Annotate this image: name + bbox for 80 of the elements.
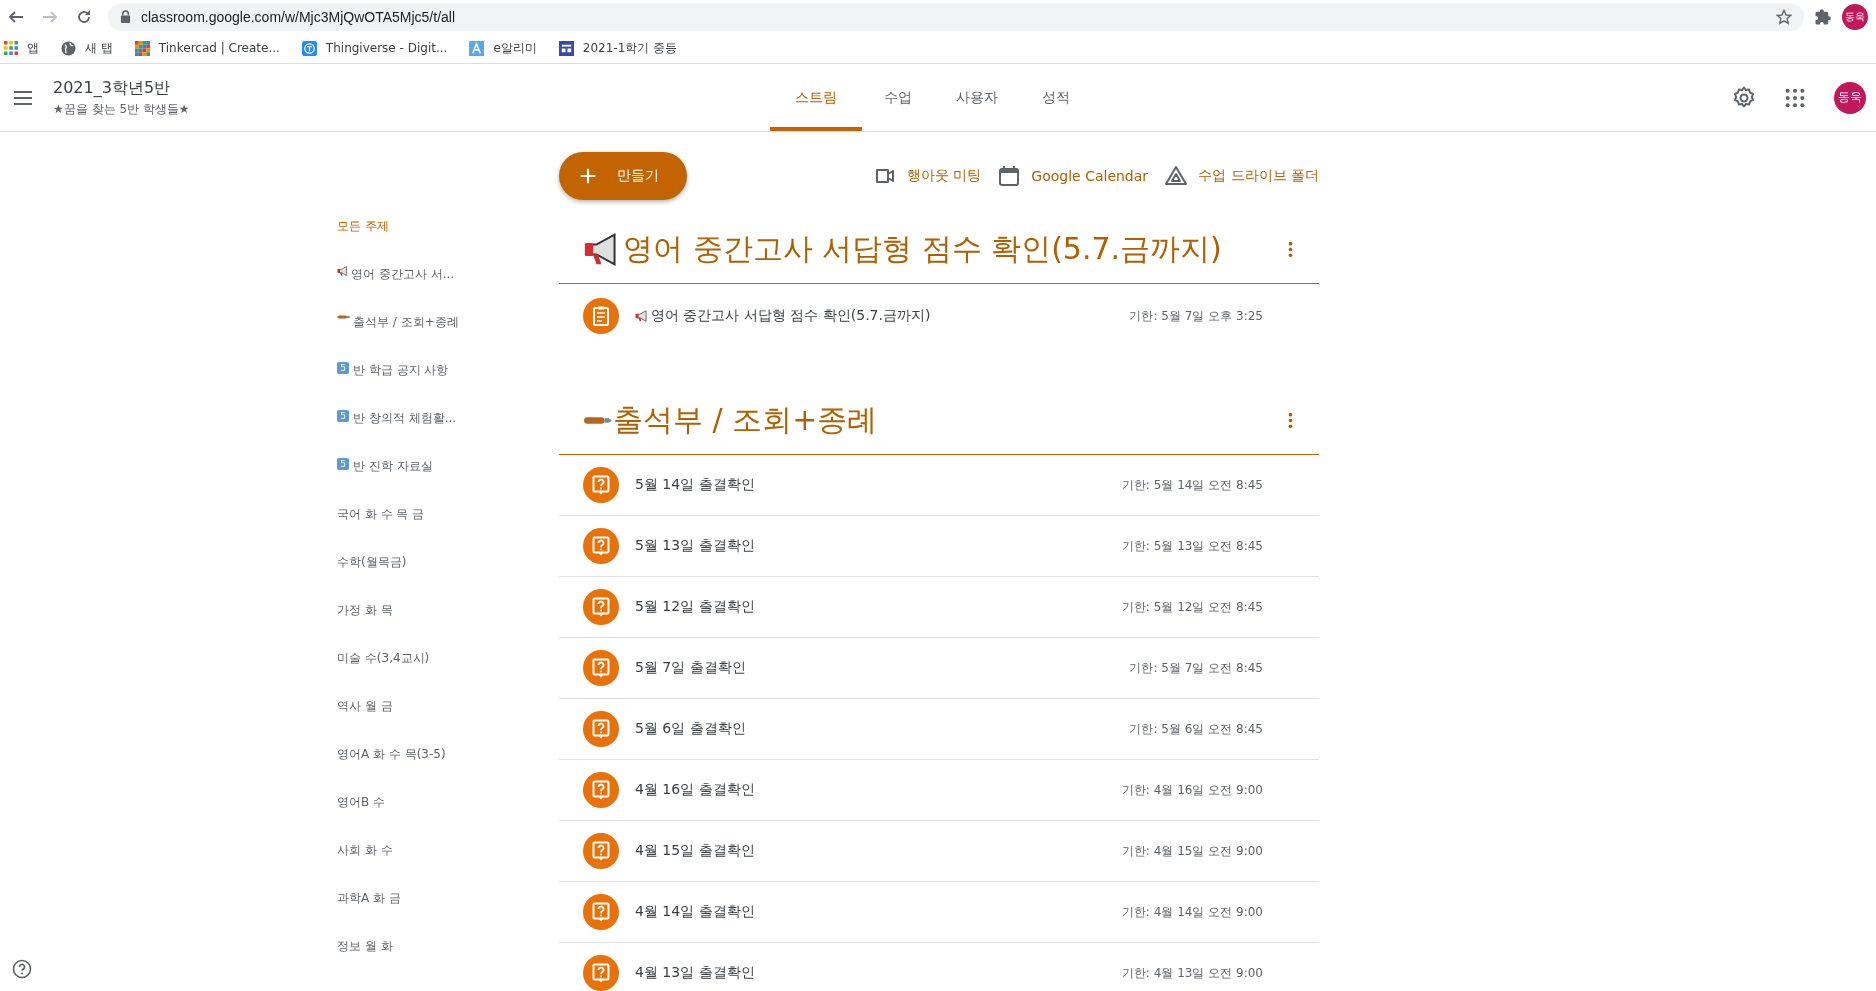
class-name: 2021_3학년5반 (53, 77, 172, 99)
topic-heading: 출석부 / 조회+종례 (583, 399, 878, 441)
triangle-letter-icon (469, 40, 485, 56)
back-icon[interactable] (8, 8, 24, 25)
user-avatar[interactable]: 동욱 (1834, 81, 1866, 114)
topic-link[interactable]: 5 반 학급 공지 사항 (337, 362, 559, 410)
calendar-icon (997, 163, 1022, 188)
bookmark[interactable]: 2021-1학기 중등 (558, 39, 678, 57)
more-icon[interactable] (1288, 240, 1293, 258)
topic-link[interactable]: 영어B 수 (337, 794, 559, 842)
topic-link[interactable]: 미술 수(3,4교시) (337, 650, 559, 698)
nav-tab[interactable]: 성적 (1020, 64, 1092, 131)
stream-item[interactable]: 4월 16일 출결확인 기한: 4월 16일 오전 9:00 (559, 760, 1319, 821)
topic-link[interactable]: 과학A 화 금 (337, 890, 559, 938)
bookmark[interactable]: 앱 (4, 39, 39, 57)
create-button[interactable]: 만들기 (559, 151, 687, 200)
bookmark[interactable]: e알리미 (469, 39, 537, 57)
question-icon (583, 528, 619, 564)
url-text: classroom.google.com/w/Mjc3MjQwOTA5Mjc5/t/all (141, 8, 457, 25)
stream-item[interactable]: 5월 7일 출결확인 기한: 5월 7일 오전 8:45 (559, 638, 1319, 699)
megaphone-icon (337, 266, 349, 276)
thingiverse-icon (301, 40, 317, 56)
topic-link[interactable]: 모든 주제 (337, 218, 559, 266)
bookmark[interactable]: 새 탭 (61, 39, 113, 57)
stream-item[interactable]: 4월 13일 출결확인 기한: 4월 13일 오전 9:00 (559, 943, 1319, 991)
stream-item[interactable]: 5월 14일 출결확인 기한: 5월 14일 오전 8:45 (559, 455, 1319, 516)
nav-tab[interactable]: 수업 (862, 64, 934, 131)
stream-item[interactable]: 5월 13일 출결확인 기한: 5월 13일 오전 8:45 (559, 516, 1319, 577)
stream-item[interactable]: 4월 15일 출결확인 기한: 4월 15일 오전 9:00 (559, 821, 1319, 882)
address-bar[interactable]: classroom.google.com/w/Mjc3MjQwOTA5Mjc5/t/all (108, 2, 1804, 31)
topic-link[interactable]: 국어 화 수 목 금 (337, 506, 559, 554)
stream-item[interactable]: 4월 14일 출결확인 기한: 4월 14일 오전 9:00 (559, 882, 1319, 943)
grid-icon (134, 40, 150, 56)
topic-link[interactable]: 영어 중간고사 서... (337, 266, 559, 314)
help-icon[interactable] (12, 959, 32, 979)
layout-icon (558, 40, 574, 56)
globe-icon (61, 40, 76, 56)
topic-link[interactable]: 수학(월목금) (337, 554, 559, 602)
apps-icon (4, 41, 18, 55)
bookmark[interactable]: Thingiverse - Digit... (301, 40, 448, 56)
nav-tab[interactable]: 스트림 (770, 64, 862, 131)
nav-tab[interactable]: 사용자 (934, 64, 1020, 131)
settings-icon[interactable] (1732, 85, 1756, 110)
question-icon (583, 833, 619, 869)
profile-avatar[interactable]: 동욱 (1842, 3, 1868, 30)
topic-link[interactable]: 영어A 화 수 목(3-5) (337, 746, 559, 794)
question-icon (583, 589, 619, 625)
question-icon (583, 955, 619, 991)
question-icon (583, 467, 619, 503)
stream-item[interactable]: 5월 6일 출결확인 기한: 5월 6일 오전 8:45 (559, 699, 1319, 760)
topic-heading: 영어 중간고사 서답형 점수 확인(5.7.금까지) (583, 228, 1222, 270)
bookmark[interactable]: Tinkercad | Create... (134, 40, 280, 56)
reload-icon[interactable] (76, 8, 92, 25)
toolbar-link[interactable]: 수업 드라이브 폴더 (1198, 166, 1319, 185)
star-icon[interactable] (1776, 8, 1792, 25)
question-icon (583, 772, 619, 808)
puzzle-icon[interactable] (1814, 7, 1832, 26)
topic-link[interactable]: 정보 월 화 (337, 938, 559, 986)
triangle-icon (1164, 163, 1189, 188)
apps-grid-icon[interactable] (1784, 86, 1806, 109)
topic-link[interactable]: 역사 월 금 (337, 698, 559, 746)
question-icon (583, 894, 619, 930)
pen-icon (583, 414, 613, 426)
assignment-icon (583, 298, 619, 334)
stream-item[interactable]: 영어 중간고사 서답형 점수 확인(5.7.금까지) 기한: 5월 7일 오후 3:25 (559, 284, 1319, 348)
topic-link[interactable]: 가정 화 목 (337, 602, 559, 650)
more-icon[interactable] (1288, 411, 1293, 429)
megaphone-icon (635, 310, 649, 322)
topic-link[interactable]: 5 반 진학 자료실 (337, 458, 559, 506)
stream-item[interactable]: 5월 12일 출결확인 기한: 5월 12일 오전 8:45 (559, 577, 1319, 638)
pen-icon (337, 314, 351, 320)
topic-link[interactable]: 사회 화 수 (337, 842, 559, 890)
toolbar-link[interactable]: Google Calendar (1031, 167, 1149, 184)
topic-link[interactable]: 출석부 / 조회+종례 (337, 314, 559, 362)
lock-icon (120, 10, 131, 23)
question-icon (583, 650, 619, 686)
toolbar-link[interactable]: 행아웃 미팅 (906, 166, 982, 185)
question-icon (583, 711, 619, 747)
topic-link[interactable]: 5 반 창의적 체험활... (337, 410, 559, 458)
class-subtitle: ★꿈을 찾는 5반 학생들★ (53, 100, 190, 118)
